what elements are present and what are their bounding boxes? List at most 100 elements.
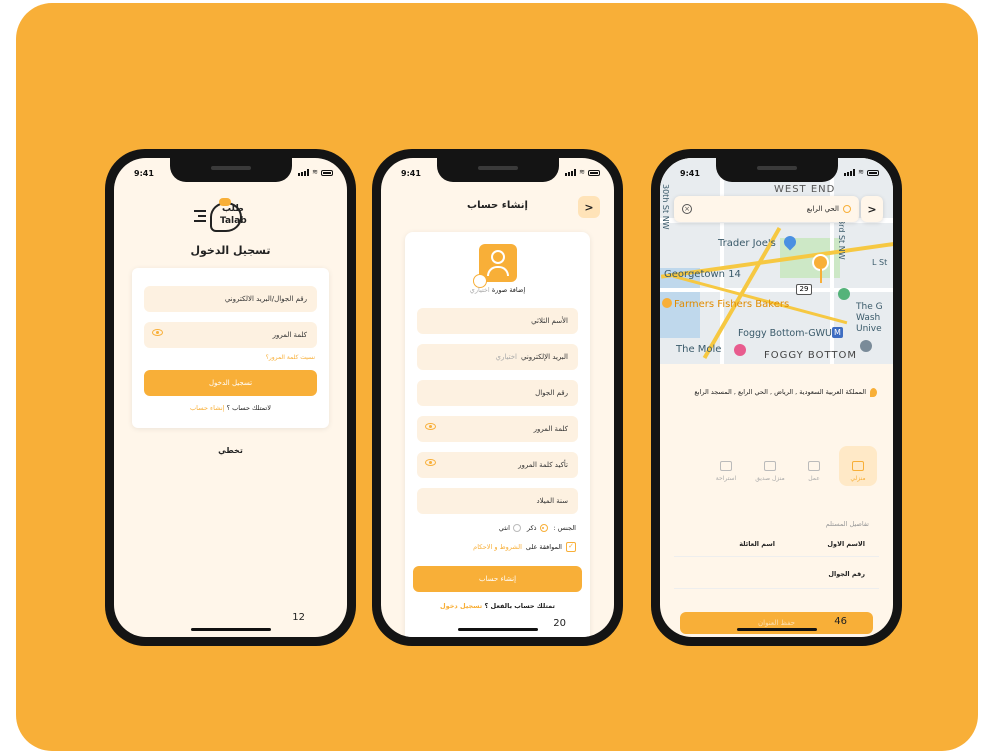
page-number: 46: [834, 616, 847, 627]
clear-icon[interactable]: ×: [682, 204, 692, 214]
eye-icon[interactable]: [152, 329, 163, 336]
eye-icon[interactable]: [425, 423, 436, 430]
chevron-icon: <: [867, 202, 877, 216]
login-screen: 9:41 ≋ طلب Talab تسجيل الدخول رقم الجوال…: [114, 158, 347, 637]
register-screen: 9:41 ≋ < إنشاء حساب إضافة صورة اختياري ا…: [381, 158, 614, 637]
location-pin-icon: [814, 256, 827, 269]
friend-house-icon: [764, 461, 776, 471]
no-account-text: لاتمتلك حساب ؟: [226, 404, 271, 412]
terms-link[interactable]: الشروط و الاحكام: [473, 543, 522, 551]
location-marker-icon: [870, 388, 877, 397]
register-card: إضافة صورة اختياري الأسم الثلاثي البريد …: [405, 232, 590, 637]
signal-icon: [844, 169, 856, 176]
notch: [169, 158, 292, 182]
address-text: المملكة العربية السعودية , الرياض , الحي…: [694, 388, 866, 396]
password-placeholder: كلمة المرور: [533, 425, 568, 433]
status-icons: ≋: [298, 169, 333, 176]
back-button[interactable]: <: [861, 196, 883, 222]
battery-icon: [588, 169, 600, 176]
category-rest[interactable]: استراحة: [707, 446, 745, 486]
restaurant-pin-icon: [662, 298, 672, 308]
gender-male-radio[interactable]: ذكر: [527, 524, 548, 532]
work-icon: [808, 461, 820, 471]
search-value: الحي الرابع: [806, 205, 839, 213]
status-time: 9:41: [401, 169, 421, 178]
phone-field[interactable]: رقم الجوال: [828, 570, 865, 578]
category-work[interactable]: عمل: [795, 446, 833, 486]
login-card: رقم الجوال/البريد الالكتروني كلمة المرور…: [132, 268, 329, 428]
page-number: 20: [553, 618, 566, 629]
search-icon: [843, 205, 851, 213]
recipient-details-heading: تفاصيل المستلم: [825, 520, 869, 528]
full-name-field[interactable]: الأسم الثلاثي: [417, 308, 578, 334]
gender-female-label: انثي: [498, 524, 510, 532]
category-home[interactable]: منزلي: [839, 446, 877, 486]
user-body-icon: [486, 266, 509, 276]
forgot-password-link[interactable]: نسيت كلمة المرور؟: [266, 354, 315, 361]
place-pin-icon: [860, 340, 872, 352]
gender-female-radio[interactable]: انثي: [499, 524, 521, 532]
category-friend[interactable]: منزل صديق: [751, 446, 789, 486]
create-account-button[interactable]: إنشاء حساب: [413, 566, 582, 592]
category-home-label: منزلي: [850, 475, 866, 482]
phone-email-field[interactable]: رقم الجوال/البريد الالكتروني: [144, 286, 317, 312]
logo-lines-icon: [194, 210, 206, 222]
terms-row[interactable]: ✓ الموافقة على الشروط و الاحكام: [473, 542, 576, 552]
battery-icon: [321, 169, 333, 176]
skip-button[interactable]: تخطي: [114, 446, 347, 455]
map-label-traders: Trader Joe's: [718, 238, 776, 249]
phone-placeholder: رقم الجوال: [535, 389, 568, 397]
password-field[interactable]: كلمة المرور: [144, 322, 317, 348]
map-search-bar[interactable]: الحي الرابع ×: [674, 196, 859, 222]
metro-icon: M: [832, 327, 843, 338]
avatar-upload[interactable]: [472, 244, 517, 288]
app-logo: طلب Talab: [194, 198, 264, 238]
add-photo-label: إضافة صورة اختياري: [405, 286, 590, 294]
address-screen: WEST END Trader Joe's Georgetown 14 Farm…: [660, 158, 893, 637]
last-name-field[interactable]: اسم العائلة: [739, 540, 775, 548]
notch: [436, 158, 559, 182]
page-title: تسجيل الدخول: [190, 244, 271, 257]
gender-male-label: ذكر: [526, 524, 537, 532]
login-button[interactable]: تسجيل الدخول: [144, 370, 317, 396]
login-link[interactable]: تسجيل دخول: [440, 602, 482, 610]
divider: [674, 588, 879, 589]
create-account-link[interactable]: إنشاء حساب: [190, 404, 224, 412]
password-field[interactable]: كلمة المرور: [417, 416, 578, 442]
map-label-mole: The Mole: [676, 344, 722, 355]
confirm-password-field[interactable]: تأكيد كلمة المرور: [417, 452, 578, 478]
email-optional: اختياري: [495, 353, 518, 361]
map-label-30th: 30th St NW: [661, 184, 670, 230]
signal-icon: [565, 169, 577, 176]
divider: [674, 556, 879, 557]
phone-address: WEST END Trader Joe's Georgetown 14 Farm…: [651, 149, 902, 646]
map-label-wash: The G Wash Unive: [856, 302, 883, 334]
status-time: 9:41: [680, 169, 700, 178]
checkbox-checked-icon[interactable]: ✓: [566, 542, 576, 552]
birth-year-field[interactable]: سنة الميلاد: [417, 488, 578, 514]
wifi-icon: ≋: [858, 168, 864, 176]
map-view[interactable]: WEST END Trader Joe's Georgetown 14 Farm…: [660, 158, 893, 364]
confirm-password-placeholder: تأكيد كلمة المرور: [518, 461, 568, 469]
park-pin-icon: [838, 288, 850, 300]
first-name-field[interactable]: الاسم الاول: [827, 540, 865, 548]
logo-text: Talab: [220, 216, 247, 226]
eye-icon[interactable]: [425, 459, 436, 466]
radio-checked-icon: [539, 524, 548, 532]
gender-label: الجنس :: [553, 524, 577, 532]
phone-field[interactable]: رقم الجوال: [417, 380, 578, 406]
status-icons: ≋: [844, 169, 879, 176]
email-field[interactable]: البريد الإلكتروني اختياري: [417, 344, 578, 370]
have-account-text: تمتلك حساب بالفعل ؟: [484, 602, 555, 610]
wifi-icon: ≋: [312, 168, 318, 176]
category-work-label: عمل: [808, 475, 820, 482]
signal-icon: [298, 169, 310, 176]
map-label-foggy-gwu: Foggy Bottom-GWU: [738, 328, 832, 339]
home-indicator: [736, 628, 817, 631]
optional-text: اختياري: [469, 286, 490, 294]
login-prompt: تمتلك حساب بالفعل ؟ تسجيل دخول: [405, 602, 590, 610]
page-title: إنشاء حساب: [467, 200, 528, 211]
birth-year-placeholder: سنة الميلاد: [536, 497, 569, 505]
map-label-foggy: FOGGY BOTTOM: [764, 350, 858, 361]
user-icon: [490, 250, 505, 264]
